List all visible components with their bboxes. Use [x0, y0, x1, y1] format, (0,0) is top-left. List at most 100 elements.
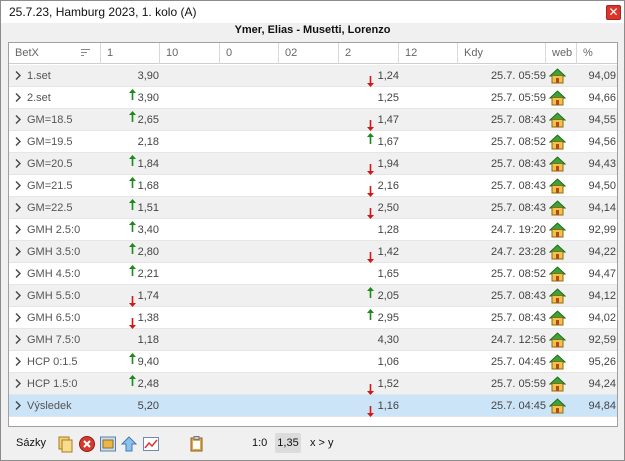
chevron-right-icon[interactable] — [14, 378, 22, 389]
chevron-right-icon[interactable] — [14, 290, 22, 301]
ticket-icon[interactable] — [99, 435, 117, 453]
table-row[interactable]: 1.set 3,90 1,24 25.7. 05:59 94,09 — [9, 65, 617, 87]
web-home-icon[interactable] — [548, 200, 567, 216]
web-home-icon[interactable] — [548, 112, 567, 128]
odd-1[interactable]: 1,68 — [107, 175, 159, 197]
odd-2[interactable]: 1,65 — [349, 263, 399, 285]
odd-1[interactable]: 9,40 — [107, 351, 159, 373]
column-header-betx[interactable]: BetX — [9, 43, 101, 64]
chevron-right-icon[interactable] — [14, 356, 22, 367]
odd-2[interactable]: 1,25 — [349, 87, 399, 109]
chevron-right-icon[interactable] — [14, 114, 22, 125]
close-button[interactable]: ✕ — [606, 5, 621, 20]
odd-2[interactable]: 1,24 — [349, 65, 399, 87]
column-header-2[interactable]: 2 — [339, 43, 399, 64]
chevron-right-icon[interactable] — [14, 312, 22, 323]
web-home-icon[interactable] — [548, 90, 567, 106]
chevron-right-icon[interactable] — [14, 158, 22, 169]
column-header-0[interactable]: 0 — [220, 43, 279, 64]
table-row[interactable]: Výsledek 5,20 1,16 25.7. 04:45 94,84 — [9, 395, 617, 417]
odd-1[interactable]: 2,80 — [107, 241, 159, 263]
odd-1[interactable]: 5,20 — [107, 395, 159, 417]
chevron-right-icon[interactable] — [14, 224, 22, 235]
odd-1[interactable]: 1,18 — [107, 329, 159, 351]
web-home-icon[interactable] — [548, 178, 567, 194]
copy-icon[interactable] — [56, 435, 74, 453]
web-home-icon[interactable] — [548, 266, 567, 282]
chart-icon[interactable] — [142, 435, 160, 453]
column-header-kdy[interactable]: Kdy — [458, 43, 546, 64]
chevron-right-icon[interactable] — [14, 136, 22, 147]
web-home-icon[interactable] — [548, 288, 567, 304]
clipboard-icon[interactable] — [188, 435, 206, 453]
table-row[interactable]: GM=22.5 1,51 2,50 25.7. 08:43 94,14 — [9, 197, 617, 219]
column-header-10[interactable]: 10 — [160, 43, 220, 64]
table-row[interactable]: GM=21.5 1,68 2,16 25.7. 08:43 94,50 — [9, 175, 617, 197]
web-home-icon[interactable] — [548, 376, 567, 392]
chevron-right-icon[interactable] — [14, 92, 22, 103]
odd-1[interactable]: 3,90 — [107, 65, 159, 87]
table-row[interactable]: GMH 2.5:0 3,40 1,28 24.7. 19:20 92,99 — [9, 219, 617, 241]
web-home-icon[interactable] — [548, 354, 567, 370]
column-header-percent[interactable]: % — [577, 43, 617, 64]
table-row[interactable]: GMH 7.5:0 1,18 4,30 24.7. 12:56 92,59 — [9, 329, 617, 351]
web-home-icon[interactable] — [548, 134, 567, 150]
odd-1[interactable]: 2,65 — [107, 109, 159, 131]
chevron-right-icon[interactable] — [14, 202, 22, 213]
chevron-right-icon[interactable] — [14, 268, 22, 279]
odd-1[interactable]: 3,40 — [107, 219, 159, 241]
odd-2[interactable]: 1,06 — [349, 351, 399, 373]
odd-value[interactable]: 1,35 — [275, 433, 301, 453]
odd-2[interactable]: 1,94 — [349, 153, 399, 175]
table-row[interactable]: HCP 0:1.5 9,40 1,06 25.7. 04:45 95,26 — [9, 351, 617, 373]
table-row[interactable]: 2.set 3,90 1,25 25.7. 05:59 94,66 — [9, 87, 617, 109]
table-row[interactable]: GMH 5.5:0 1,74 2,05 25.7. 08:43 94,12 — [9, 285, 617, 307]
odd-1[interactable]: 1,84 — [107, 153, 159, 175]
table-row[interactable]: GM=19.5 2,18 1,67 25.7. 08:52 94,56 — [9, 131, 617, 153]
column-header-1[interactable]: 1 — [101, 43, 160, 64]
table-row[interactable]: GMH 6.5:0 1,38 2,95 25.7. 08:43 94,02 — [9, 307, 617, 329]
web-home-icon[interactable] — [548, 332, 567, 348]
table-row[interactable]: GM=20.5 1,84 1,94 25.7. 08:43 94,43 — [9, 153, 617, 175]
delete-icon[interactable] — [78, 435, 96, 453]
web-home-icon[interactable] — [548, 310, 567, 326]
table-row[interactable]: GMH 3.5:0 2,80 1,42 24.7. 23:28 94,22 — [9, 241, 617, 263]
table-row[interactable]: GM=18.5 2,65 1,47 25.7. 08:43 94,55 — [9, 109, 617, 131]
timestamp: 25.7. 04:45 — [490, 356, 546, 368]
odd-1[interactable]: 1,51 — [107, 197, 159, 219]
up-arrow-icon[interactable] — [120, 435, 138, 453]
web-home-icon[interactable] — [548, 156, 567, 172]
odd-2[interactable]: 2,50 — [349, 197, 399, 219]
odd-2[interactable]: 1,16 — [349, 395, 399, 417]
odd-2[interactable]: 1,28 — [349, 219, 399, 241]
chevron-right-icon[interactable] — [14, 70, 22, 81]
odd-2[interactable]: 1,47 — [349, 109, 399, 131]
odd-2[interactable]: 2,05 — [349, 285, 399, 307]
chevron-right-icon[interactable] — [14, 334, 22, 345]
odd-1[interactable]: 1,74 — [107, 285, 159, 307]
odd-1[interactable]: 2,21 — [107, 263, 159, 285]
chevron-right-icon[interactable] — [14, 400, 22, 411]
column-header-12[interactable]: 12 — [399, 43, 458, 64]
odd-1[interactable]: 3,90 — [107, 87, 159, 109]
web-home-icon[interactable] — [548, 398, 567, 414]
odd-1[interactable]: 2,18 — [107, 131, 159, 153]
table-row[interactable]: GMH 4.5:0 2,21 1,65 25.7. 08:52 94,47 — [9, 263, 617, 285]
odd-2[interactable]: 1,67 — [349, 131, 399, 153]
timestamp: 25.7. 05:59 — [490, 378, 546, 390]
odd-2[interactable]: 1,42 — [349, 241, 399, 263]
chevron-right-icon[interactable] — [14, 246, 22, 257]
odd-1[interactable]: 1,38 — [107, 307, 159, 329]
chevron-right-icon[interactable] — [14, 180, 22, 191]
web-home-icon[interactable] — [548, 68, 567, 84]
table-row[interactable]: HCP 1.5:0 2,48 1,52 25.7. 05:59 94,24 — [9, 373, 617, 395]
web-home-icon[interactable] — [548, 244, 567, 260]
column-header-02[interactable]: 02 — [279, 43, 339, 64]
odd-2[interactable]: 2,16 — [349, 175, 399, 197]
odd-1[interactable]: 2,48 — [107, 373, 159, 395]
odd-2[interactable]: 1,52 — [349, 373, 399, 395]
column-header-web[interactable]: web — [546, 43, 577, 64]
odd-2[interactable]: 4,30 — [349, 329, 399, 351]
odd-2[interactable]: 2,95 — [349, 307, 399, 329]
web-home-icon[interactable] — [548, 222, 567, 238]
